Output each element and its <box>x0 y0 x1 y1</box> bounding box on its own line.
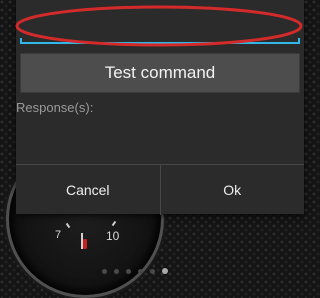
gauge-needle <box>83 239 87 249</box>
ok-button[interactable]: Ok <box>161 165 305 215</box>
test-command-button[interactable]: Test command <box>20 53 300 93</box>
test-command-label: Test command <box>104 63 216 82</box>
page-dot[interactable] <box>126 268 131 274</box>
command-dialog: Test command Response(s): Cancel Ok <box>15 0 304 215</box>
gauge-tick-label: 10 <box>106 229 120 243</box>
page-indicator <box>102 266 168 276</box>
page-dot-active[interactable] <box>162 268 168 274</box>
page-dot[interactable] <box>102 268 107 274</box>
gauge-tick-mark <box>65 222 71 229</box>
gauge-tick-label: 7 <box>55 229 62 241</box>
command-input-underline[interactable] <box>20 38 300 44</box>
page-dot[interactable] <box>138 268 143 274</box>
gauge-tick-mark <box>111 220 117 227</box>
cancel-button[interactable]: Cancel <box>16 165 160 215</box>
page-dot[interactable] <box>114 268 119 274</box>
ok-label: Ok <box>223 182 242 198</box>
page-dot[interactable] <box>150 268 155 274</box>
response-label: Response(s): <box>16 100 94 115</box>
cancel-label: Cancel <box>65 182 110 198</box>
dialog-button-bar: Cancel Ok <box>16 164 304 215</box>
